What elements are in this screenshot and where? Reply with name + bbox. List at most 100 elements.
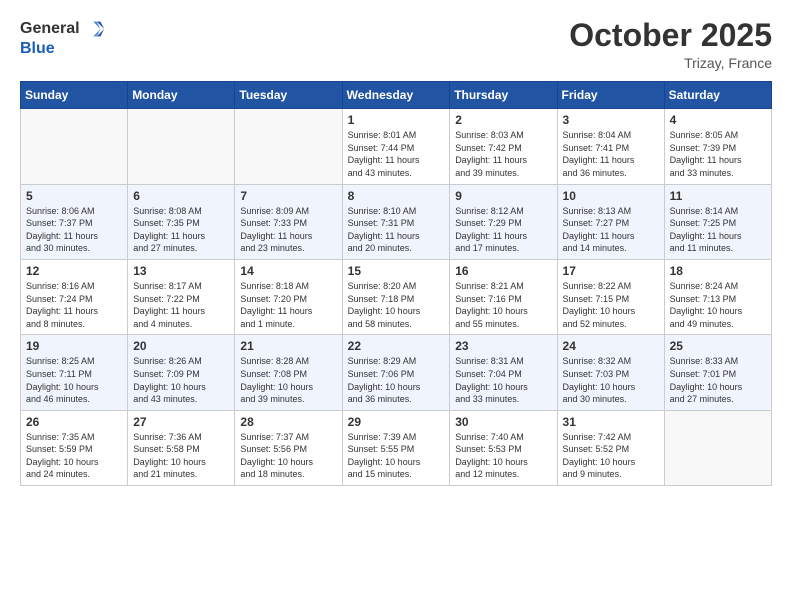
weekday-header: Friday <box>557 82 664 109</box>
day-number: 24 <box>563 339 659 353</box>
title-area: October 2025 Trizay, France <box>569 18 772 71</box>
day-number: 19 <box>26 339 122 353</box>
day-info: Sunrise: 8:22 AM Sunset: 7:15 PM Dayligh… <box>563 280 659 330</box>
day-number: 25 <box>670 339 766 353</box>
calendar-cell <box>235 109 342 184</box>
day-number: 27 <box>133 415 229 429</box>
day-info: Sunrise: 8:20 AM Sunset: 7:18 PM Dayligh… <box>348 280 445 330</box>
day-number: 23 <box>455 339 551 353</box>
day-info: Sunrise: 8:01 AM Sunset: 7:44 PM Dayligh… <box>348 129 445 179</box>
day-info: Sunrise: 8:17 AM Sunset: 7:22 PM Dayligh… <box>133 280 229 330</box>
calendar-cell: 11 Sunrise: 8:14 AM Sunset: 7:25 PM Dayli… <box>664 184 771 259</box>
day-info: Sunrise: 8:16 AM Sunset: 7:24 PM Dayligh… <box>26 280 122 330</box>
header: General Blue October 2025 Trizay, France <box>20 18 772 71</box>
day-info: Sunrise: 8:12 AM Sunset: 7:29 PM Dayligh… <box>455 205 551 255</box>
logo: General Blue <box>20 18 106 58</box>
day-info: Sunrise: 8:14 AM Sunset: 7:25 PM Dayligh… <box>670 205 766 255</box>
day-number: 1 <box>348 113 445 127</box>
day-info: Sunrise: 8:33 AM Sunset: 7:01 PM Dayligh… <box>670 355 766 405</box>
day-number: 16 <box>455 264 551 278</box>
calendar-cell: 21Sunrise: 8:28 AM Sunset: 7:08 PM Dayli… <box>235 335 342 410</box>
calendar-cell: 10Sunrise: 8:13 AM Sunset: 7:27 PM Dayli… <box>557 184 664 259</box>
day-info: Sunrise: 8:31 AM Sunset: 7:04 PM Dayligh… <box>455 355 551 405</box>
day-info: Sunrise: 7:40 AM Sunset: 5:53 PM Dayligh… <box>455 431 551 481</box>
day-number: 17 <box>563 264 659 278</box>
day-info: Sunrise: 8:29 AM Sunset: 7:06 PM Dayligh… <box>348 355 445 405</box>
calendar-cell: 13 Sunrise: 8:17 AM Sunset: 7:22 PM Dayli… <box>128 259 235 334</box>
location: Trizay, France <box>569 55 772 71</box>
day-number: 15 <box>348 264 445 278</box>
logo-general: General <box>20 20 80 38</box>
day-number: 30 <box>455 415 551 429</box>
day-number: 8 <box>348 189 445 203</box>
calendar-cell: 4 Sunrise: 8:05 AM Sunset: 7:39 PM Daylig… <box>664 109 771 184</box>
calendar-cell <box>664 410 771 485</box>
day-info: Sunrise: 8:03 AM Sunset: 7:42 PM Dayligh… <box>455 129 551 179</box>
day-number: 9 <box>455 189 551 203</box>
day-info: Sunrise: 7:37 AM Sunset: 5:56 PM Dayligh… <box>240 431 336 481</box>
calendar-cell: 1 Sunrise: 8:01 AM Sunset: 7:44 PM Daylig… <box>342 109 450 184</box>
calendar-cell: 16 Sunrise: 8:21 AM Sunset: 7:16 PM Dayli… <box>450 259 557 334</box>
calendar-cell: 8Sunrise: 8:10 AM Sunset: 7:31 PM Daylig… <box>342 184 450 259</box>
weekday-header: Thursday <box>450 82 557 109</box>
calendar-cell: 20 Sunrise: 8:26 AM Sunset: 7:09 PM Dayli… <box>128 335 235 410</box>
calendar-week-row: 19 Sunrise: 8:25 AM Sunset: 7:11 PM Dayli… <box>21 335 772 410</box>
day-info: Sunrise: 8:18 AM Sunset: 7:20 PM Dayligh… <box>240 280 336 330</box>
calendar-cell: 2 Sunrise: 8:03 AM Sunset: 7:42 PM Daylig… <box>450 109 557 184</box>
calendar-cell: 12 Sunrise: 8:16 AM Sunset: 7:24 PM Dayli… <box>21 259 128 334</box>
weekday-header: Sunday <box>21 82 128 109</box>
calendar-cell: 27Sunrise: 7:36 AM Sunset: 5:58 PM Dayli… <box>128 410 235 485</box>
calendar-week-row: 26Sunrise: 7:35 AM Sunset: 5:59 PM Dayli… <box>21 410 772 485</box>
calendar-cell: 5 Sunrise: 8:06 AM Sunset: 7:37 PM Daylig… <box>21 184 128 259</box>
day-info: Sunrise: 8:21 AM Sunset: 7:16 PM Dayligh… <box>455 280 551 330</box>
day-info: Sunrise: 8:25 AM Sunset: 7:11 PM Dayligh… <box>26 355 122 405</box>
calendar-cell: 19 Sunrise: 8:25 AM Sunset: 7:11 PM Dayli… <box>21 335 128 410</box>
calendar-cell: 29 Sunrise: 7:39 AM Sunset: 5:55 PM Dayli… <box>342 410 450 485</box>
day-info: Sunrise: 8:24 AM Sunset: 7:13 PM Dayligh… <box>670 280 766 330</box>
day-number: 3 <box>563 113 659 127</box>
calendar-cell: 23 Sunrise: 8:31 AM Sunset: 7:04 PM Dayli… <box>450 335 557 410</box>
logo-icon <box>84 18 106 40</box>
day-info: Sunrise: 8:09 AM Sunset: 7:33 PM Dayligh… <box>240 205 336 255</box>
calendar-week-row: 5 Sunrise: 8:06 AM Sunset: 7:37 PM Daylig… <box>21 184 772 259</box>
calendar-cell: 26Sunrise: 7:35 AM Sunset: 5:59 PM Dayli… <box>21 410 128 485</box>
calendar-cell <box>21 109 128 184</box>
day-info: Sunrise: 8:06 AM Sunset: 7:37 PM Dayligh… <box>26 205 122 255</box>
day-number: 11 <box>670 189 766 203</box>
day-number: 7 <box>240 189 336 203</box>
day-info: Sunrise: 7:35 AM Sunset: 5:59 PM Dayligh… <box>26 431 122 481</box>
day-number: 2 <box>455 113 551 127</box>
day-number: 29 <box>348 415 445 429</box>
calendar-week-row: 12 Sunrise: 8:16 AM Sunset: 7:24 PM Dayli… <box>21 259 772 334</box>
day-info: Sunrise: 8:05 AM Sunset: 7:39 PM Dayligh… <box>670 129 766 179</box>
weekday-header: Wednesday <box>342 82 450 109</box>
day-number: 14 <box>240 264 336 278</box>
calendar-cell: 6Sunrise: 8:08 AM Sunset: 7:35 PM Daylig… <box>128 184 235 259</box>
day-info: Sunrise: 8:26 AM Sunset: 7:09 PM Dayligh… <box>133 355 229 405</box>
day-number: 12 <box>26 264 122 278</box>
day-number: 5 <box>26 189 122 203</box>
day-info: Sunrise: 8:08 AM Sunset: 7:35 PM Dayligh… <box>133 205 229 255</box>
calendar-cell <box>128 109 235 184</box>
day-number: 13 <box>133 264 229 278</box>
day-info: Sunrise: 7:39 AM Sunset: 5:55 PM Dayligh… <box>348 431 445 481</box>
day-number: 22 <box>348 339 445 353</box>
day-number: 20 <box>133 339 229 353</box>
day-number: 28 <box>240 415 336 429</box>
calendar-cell: 22 Sunrise: 8:29 AM Sunset: 7:06 PM Dayli… <box>342 335 450 410</box>
day-info: Sunrise: 7:42 AM Sunset: 5:52 PM Dayligh… <box>563 431 659 481</box>
calendar-cell: 24 Sunrise: 8:32 AM Sunset: 7:03 PM Dayli… <box>557 335 664 410</box>
calendar-cell: 15 Sunrise: 8:20 AM Sunset: 7:18 PM Dayli… <box>342 259 450 334</box>
calendar-cell: 7 Sunrise: 8:09 AM Sunset: 7:33 PM Daylig… <box>235 184 342 259</box>
weekday-header-row: SundayMondayTuesdayWednesdayThursdayFrid… <box>21 82 772 109</box>
logo-text: General <box>20 18 106 40</box>
calendar-cell: 25 Sunrise: 8:33 AM Sunset: 7:01 PM Dayli… <box>664 335 771 410</box>
day-number: 4 <box>670 113 766 127</box>
page: General Blue October 2025 Trizay, France… <box>0 0 792 612</box>
calendar-week-row: 1 Sunrise: 8:01 AM Sunset: 7:44 PM Daylig… <box>21 109 772 184</box>
day-info: Sunrise: 8:32 AM Sunset: 7:03 PM Dayligh… <box>563 355 659 405</box>
weekday-header: Tuesday <box>235 82 342 109</box>
calendar-cell: 30 Sunrise: 7:40 AM Sunset: 5:53 PM Dayli… <box>450 410 557 485</box>
calendar-cell: 31Sunrise: 7:42 AM Sunset: 5:52 PM Dayli… <box>557 410 664 485</box>
calendar-cell: 9 Sunrise: 8:12 AM Sunset: 7:29 PM Daylig… <box>450 184 557 259</box>
